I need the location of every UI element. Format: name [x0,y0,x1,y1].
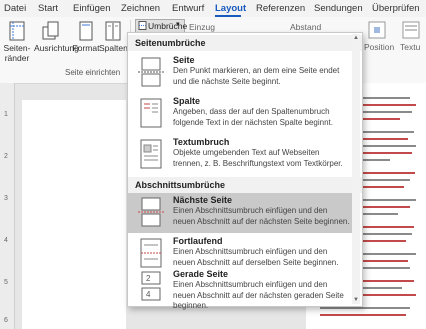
document-page-left[interactable] [22,100,126,329]
column-break-icon [140,98,162,128]
vertical-ruler: 1 2 3 4 5 6 [0,83,15,329]
menu-scrollbar[interactable]: ▲ ▼ [352,34,360,304]
text-wrap-label: Textu [400,42,421,52]
scroll-down-icon[interactable]: ▼ [352,296,360,304]
menu-item-next-page[interactable]: Nächste Seite Einen Abschnittsumbruch ei… [128,193,354,233]
menu-item-column-break[interactable]: Spalte Angeben, dass der auf den Spalten… [128,94,354,134]
scroll-up-icon[interactable]: ▲ [352,34,360,42]
spacing-label: Abstand [290,22,322,32]
text-wrap-icon [140,139,162,169]
tab-einfuegen[interactable]: Einfügen [73,3,111,14]
menu-item-description: Angeben, dass der auf den Spaltenumbruch… [173,107,333,127]
menu-item-title: Seite [173,55,195,65]
columns-icon [105,21,121,41]
menu-item-description: Einen Abschnittsumbruch einfügen und den… [173,206,350,226]
menu-item-text-wrapping[interactable]: Textumbruch Objekte umgebenden Text auf … [128,135,354,175]
columns-button[interactable]: Spalten [99,21,128,53]
menu-item-title: Gerade Seite [173,269,229,279]
ruler-mark: 1 [4,111,8,118]
ruler-mark: 6 [4,317,8,324]
ribbon-tab-bar: Datei Start Einfügen Zeichnen Entwurf La… [0,0,426,17]
ruler-mark: 2 [4,153,8,160]
ruler-mark: 3 [4,195,8,202]
menu-item-title: Nächste Seite [173,195,233,205]
menu-item-description: Einen Abschnittsumbruch einfügen und den… [173,280,344,310]
text-line [320,314,406,316]
tab-datei[interactable]: Datei [4,3,26,14]
size-icon [79,21,93,41]
menu-item-title: Spalte [173,96,201,106]
margins-icon [9,21,25,41]
margins-label: Seiten- ränder [3,43,31,63]
ruler-mark: 4 [4,237,8,244]
group-label-page-setup: Seite einrichten [65,68,121,77]
breaks-label: Umbrüche [148,21,188,31]
menu-item-title: Fortlaufend [173,236,223,246]
section-header-section-breaks: Abschnittsumbrüche [135,180,226,190]
indent-label: Einzug [189,22,215,32]
columns-label: Spalten [99,43,128,53]
menu-item-description: Einen Abschnittsumbruch einfügen und den… [173,247,339,267]
ruler-mark: 5 [4,279,8,286]
even-page-icon: 24 [141,271,161,301]
margins-button[interactable]: Seiten- ränder [2,21,32,63]
svg-text:2: 2 [146,274,151,283]
position-icon[interactable] [368,21,386,39]
tab-sendungen[interactable]: Sendungen [314,3,363,14]
chevron-down-icon: ▾ [176,21,180,28]
wrap-text-icon[interactable] [402,21,420,39]
next-page-icon [138,197,164,227]
svg-text:4: 4 [146,290,151,299]
orientation-button[interactable]: Ausrichtung [34,21,79,53]
orientation-icon [42,21,59,40]
menu-item-title: Textumbruch [173,137,230,147]
breaks-icon [138,21,147,30]
menu-item-description: Objekte umgebenden Text auf Webseiten tr… [173,148,343,168]
section-header-page-breaks: Seitenumbrüche [135,38,206,48]
continuous-icon [140,238,162,268]
position-label: Position [364,42,395,52]
size-button[interactable]: Format [72,21,100,53]
breaks-dropdown-button[interactable]: Umbrüche ▾ [135,19,188,33]
page-break-icon [138,57,164,87]
size-label: Format [72,43,100,53]
tab-ueberpruefen[interactable]: Überprüfen [372,3,420,14]
tab-layout[interactable]: Layout [215,3,246,14]
menu-item-page-break[interactable]: Seite Den Punkt markieren, an dem eine S… [128,53,354,93]
menu-item-even-page[interactable]: 24 Gerade Seite Einen Abschnittsumbruch … [128,267,354,310]
menu-item-description: Den Punkt markieren, an dem eine Seite e… [173,66,340,86]
breaks-menu: Seitenumbrüche Seite Den Punkt markieren… [127,32,363,310]
tab-zeichnen[interactable]: Zeichnen [121,3,160,14]
tab-referenzen[interactable]: Referenzen [256,3,305,14]
tab-start[interactable]: Start [38,3,58,14]
tab-entwurf[interactable]: Entwurf [172,3,204,14]
